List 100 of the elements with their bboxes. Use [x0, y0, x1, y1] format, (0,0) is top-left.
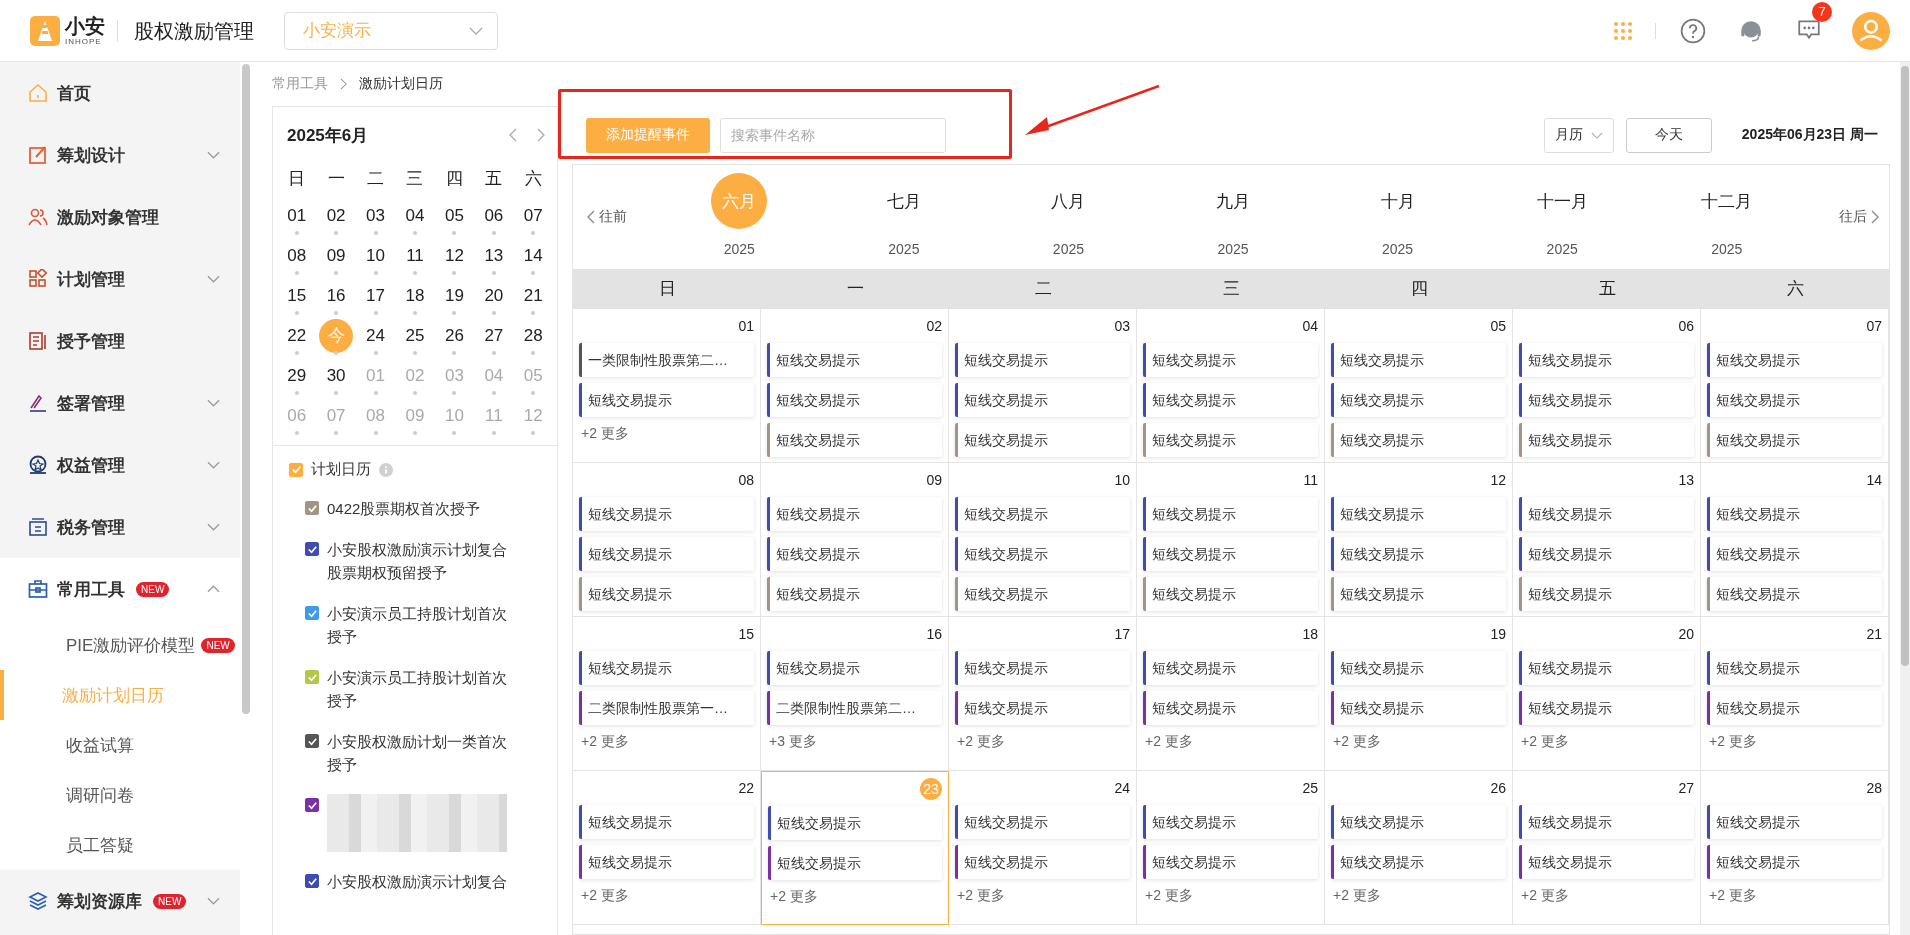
day-cell[interactable]: 08 短线交易提示 短线交易提示 短线交易提示 [573, 463, 761, 617]
calendar-day[interactable]: 09 [319, 239, 354, 273]
event-chip[interactable]: 短线交易提示 [579, 651, 754, 685]
event-chip[interactable]: 二类限制性股票第二… [767, 691, 942, 725]
month-tab[interactable]: 八月 [1040, 173, 1097, 229]
event-chip[interactable]: 短线交易提示 [955, 651, 1130, 685]
sidebar-item[interactable]: 筹划设计 [0, 124, 240, 186]
event-chip[interactable]: 短线交易提示 [1519, 497, 1694, 531]
chevron-right-icon[interactable] [537, 128, 545, 142]
calendar-day[interactable]: 01 [279, 199, 314, 233]
calendar-day[interactable]: 06 [476, 199, 511, 233]
sidebar-item[interactable]: 税务管理 [0, 496, 240, 558]
month-tab[interactable]: 十月 [1369, 173, 1426, 229]
event-chip[interactable]: 短线交易提示 [767, 577, 942, 611]
calendar-day[interactable]: 15 [279, 279, 314, 313]
event-chip[interactable]: 短线交易提示 [767, 537, 942, 571]
calendar-day[interactable]: 20 [476, 279, 511, 313]
event-chip[interactable]: 短线交易提示 [1143, 805, 1318, 839]
chevron-left-icon[interactable] [509, 128, 517, 142]
event-chip[interactable]: 短线交易提示 [1331, 497, 1506, 531]
app-grid-icon[interactable] [1613, 20, 1633, 41]
calendar-day[interactable]: 22 [279, 319, 314, 353]
event-chip[interactable]: 短线交易提示 [955, 537, 1130, 571]
calendar-day[interactable]: 24 [358, 319, 393, 353]
event-chip[interactable]: 短线交易提示 [1707, 805, 1882, 839]
day-cell[interactable]: 14 短线交易提示 短线交易提示 短线交易提示 [1701, 463, 1889, 617]
today-button[interactable]: 今天 [1625, 117, 1712, 153]
calendar-day[interactable]: 14 [516, 239, 551, 273]
day-cell[interactable]: 24 短线交易提示 短线交易提示 +2 更多 [949, 771, 1137, 925]
event-chip[interactable]: 短线交易提示 [1519, 343, 1694, 377]
day-cell[interactable]: 26 短线交易提示 短线交易提示 +2 更多 [1325, 771, 1513, 925]
event-chip[interactable]: 短线交易提示 [955, 383, 1130, 417]
event-chip[interactable]: 短线交易提示 [1519, 537, 1694, 571]
event-chip[interactable]: 短线交易提示 [768, 846, 942, 880]
checkbox[interactable] [305, 874, 319, 888]
sidebar-item[interactable]: 计划管理 [0, 248, 240, 310]
event-chip[interactable]: 短线交易提示 [1519, 805, 1694, 839]
event-chip[interactable]: 短线交易提示 [579, 497, 754, 531]
info-icon[interactable] [379, 462, 393, 477]
event-chip[interactable]: 短线交易提示 [767, 423, 942, 457]
checkbox[interactable] [305, 606, 319, 620]
sidebar-item[interactable]: 首页 [0, 62, 240, 124]
checkbox[interactable] [305, 542, 319, 556]
calendar-day[interactable]: 11 [398, 239, 432, 273]
calendar-day[interactable]: 05 [437, 199, 472, 233]
event-chip[interactable]: 短线交易提示 [579, 577, 754, 611]
calendar-day[interactable]: 21 [516, 279, 551, 313]
event-chip[interactable]: 短线交易提示 [1143, 383, 1318, 417]
month-tab[interactable]: 九月 [1205, 173, 1261, 229]
day-cell[interactable]: 20 短线交易提示 短线交易提示 +2 更多 [1513, 617, 1701, 771]
calendar-day[interactable]: 19 [437, 279, 472, 313]
more-link[interactable]: +2 更多 [1331, 887, 1381, 905]
day-cell[interactable]: 21 短线交易提示 短线交易提示 +2 更多 [1701, 617, 1889, 771]
day-cell[interactable]: 12 短线交易提示 短线交易提示 短线交易提示 [1325, 463, 1513, 617]
calendar-day[interactable]: 04 [398, 199, 432, 233]
event-chip[interactable]: 短线交易提示 [1331, 423, 1506, 457]
event-chip[interactable]: 短线交易提示 [1707, 691, 1882, 725]
day-cell[interactable]: 13 短线交易提示 短线交易提示 短线交易提示 [1513, 463, 1701, 617]
event-chip[interactable]: 短线交易提示 [1331, 577, 1506, 611]
event-chip[interactable]: 短线交易提示 [1707, 577, 1882, 611]
checkbox[interactable] [305, 734, 319, 748]
event-chip[interactable]: 短线交易提示 [1707, 497, 1882, 531]
event-chip[interactable]: 短线交易提示 [1707, 423, 1882, 457]
more-link[interactable]: +2 更多 [1519, 887, 1569, 905]
event-chip[interactable]: 短线交易提示 [767, 343, 942, 377]
calendar-day[interactable]: 30 [319, 359, 354, 393]
event-chip[interactable]: 短线交易提示 [1143, 537, 1318, 571]
day-cell[interactable]: 03 短线交易提示 短线交易提示 短线交易提示 [949, 309, 1137, 463]
month-tab[interactable]: 十一月 [1534, 173, 1591, 229]
event-chip[interactable]: 短线交易提示 [955, 497, 1130, 531]
event-chip[interactable]: 短线交易提示 [579, 383, 754, 417]
event-chip[interactable]: 短线交易提示 [1707, 651, 1882, 685]
event-chip[interactable]: 短线交易提示 [1143, 651, 1318, 685]
event-chip[interactable]: 短线交易提示 [1143, 497, 1318, 531]
day-cell[interactable]: 25 短线交易提示 短线交易提示 +2 更多 [1137, 771, 1325, 925]
next-button[interactable]: 往后 [1809, 208, 1890, 226]
day-cell[interactable]: 19 短线交易提示 短线交易提示 +2 更多 [1325, 617, 1513, 771]
more-link[interactable]: +2 更多 [579, 887, 629, 905]
day-cell[interactable]: 09 短线交易提示 短线交易提示 短线交易提示 [761, 463, 949, 617]
event-chip[interactable]: 短线交易提示 [1519, 577, 1694, 611]
calendar-day[interactable]: 03 [358, 199, 393, 233]
event-chip[interactable]: 二类限制性股票第一… [579, 691, 754, 725]
calendar-day[interactable]: 08 [279, 239, 314, 273]
event-chip[interactable]: 短线交易提示 [1143, 845, 1318, 879]
day-cell[interactable]: 11 短线交易提示 短线交易提示 短线交易提示 [1137, 463, 1325, 617]
event-chip[interactable]: 短线交易提示 [579, 537, 754, 571]
calendar-day[interactable]: 16 [319, 279, 354, 313]
event-chip[interactable]: 短线交易提示 [1331, 805, 1506, 839]
event-chip[interactable]: 短线交易提示 [1707, 537, 1882, 571]
more-link[interactable]: +2 更多 [1707, 733, 1757, 751]
day-cell[interactable]: 04 短线交易提示 短线交易提示 短线交易提示 [1137, 309, 1325, 463]
sidebar-item[interactable]: 激励对象管理 [0, 186, 240, 248]
search-field[interactable]: 搜索事件名称 [720, 117, 946, 153]
event-chip[interactable]: 短线交易提示 [767, 497, 942, 531]
more-link[interactable]: +2 更多 [579, 733, 629, 751]
event-chip[interactable]: 短线交易提示 [955, 577, 1130, 611]
event-chip[interactable]: 短线交易提示 [1519, 423, 1694, 457]
day-cell[interactable]: 02 短线交易提示 短线交易提示 短线交易提示 [761, 309, 949, 463]
more-link[interactable]: +2 更多 [955, 733, 1005, 751]
calendar-day[interactable]: 10 [358, 239, 393, 273]
